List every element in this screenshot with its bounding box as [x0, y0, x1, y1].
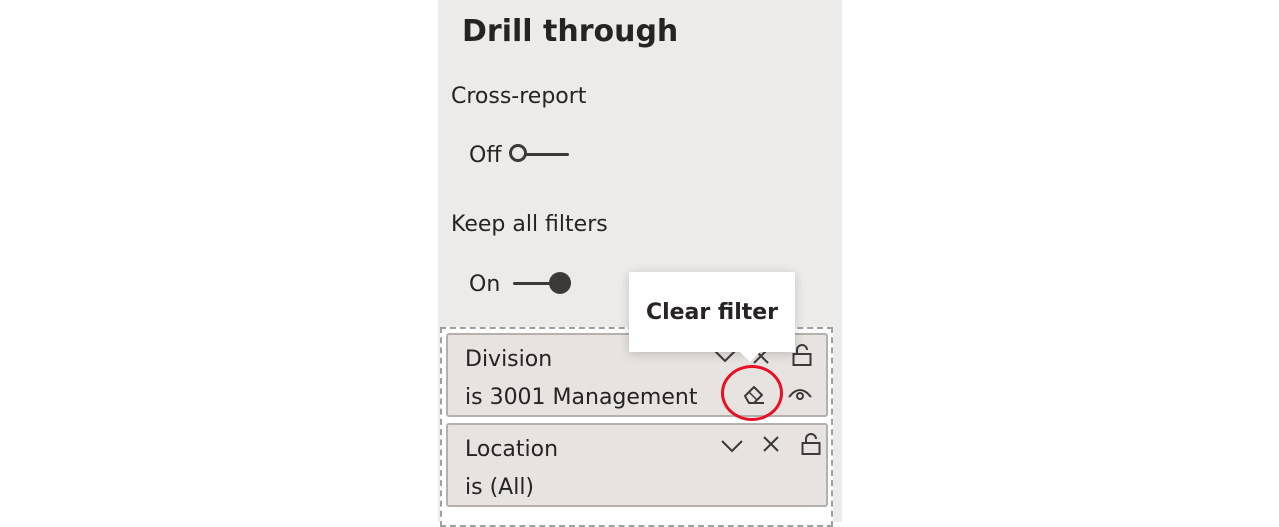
cross-report-toggle[interactable]: [509, 142, 571, 168]
cross-report-toggle-row: Off: [469, 140, 571, 170]
keep-all-filters-toggle[interactable]: [509, 271, 571, 297]
cross-report-label: Cross-report: [451, 84, 587, 109]
clear-filter-tooltip: Clear filter: [629, 272, 795, 352]
toggle-knob: [549, 272, 571, 294]
filter-field-name: Division: [465, 347, 553, 372]
tooltip-arrow: [739, 351, 761, 362]
filter-field-value: is 3001 Management: [465, 385, 698, 410]
keep-all-filters-state-text: On: [469, 271, 501, 297]
close-icon[interactable]: [762, 435, 780, 453]
chevron-down-icon[interactable]: [720, 439, 744, 453]
drill-through-pane: Drill through Cross-report Off Keep all …: [438, 0, 842, 527]
lock-icon[interactable]: [801, 432, 821, 456]
eye-icon[interactable]: [787, 385, 813, 403]
cross-report-state-text: Off: [469, 142, 502, 168]
filter-field-value: is (All): [465, 475, 535, 500]
eraser-icon[interactable]: [742, 383, 766, 405]
pane-title: Drill through: [462, 14, 679, 49]
keep-all-filters-toggle-row: On: [469, 269, 571, 299]
toggle-knob: [509, 144, 527, 162]
filter-card-location[interactable]: Location is (All): [446, 423, 828, 507]
keep-all-filters-label: Keep all filters: [451, 212, 608, 237]
lock-icon[interactable]: [792, 343, 812, 367]
filter-field-name: Location: [465, 437, 559, 462]
